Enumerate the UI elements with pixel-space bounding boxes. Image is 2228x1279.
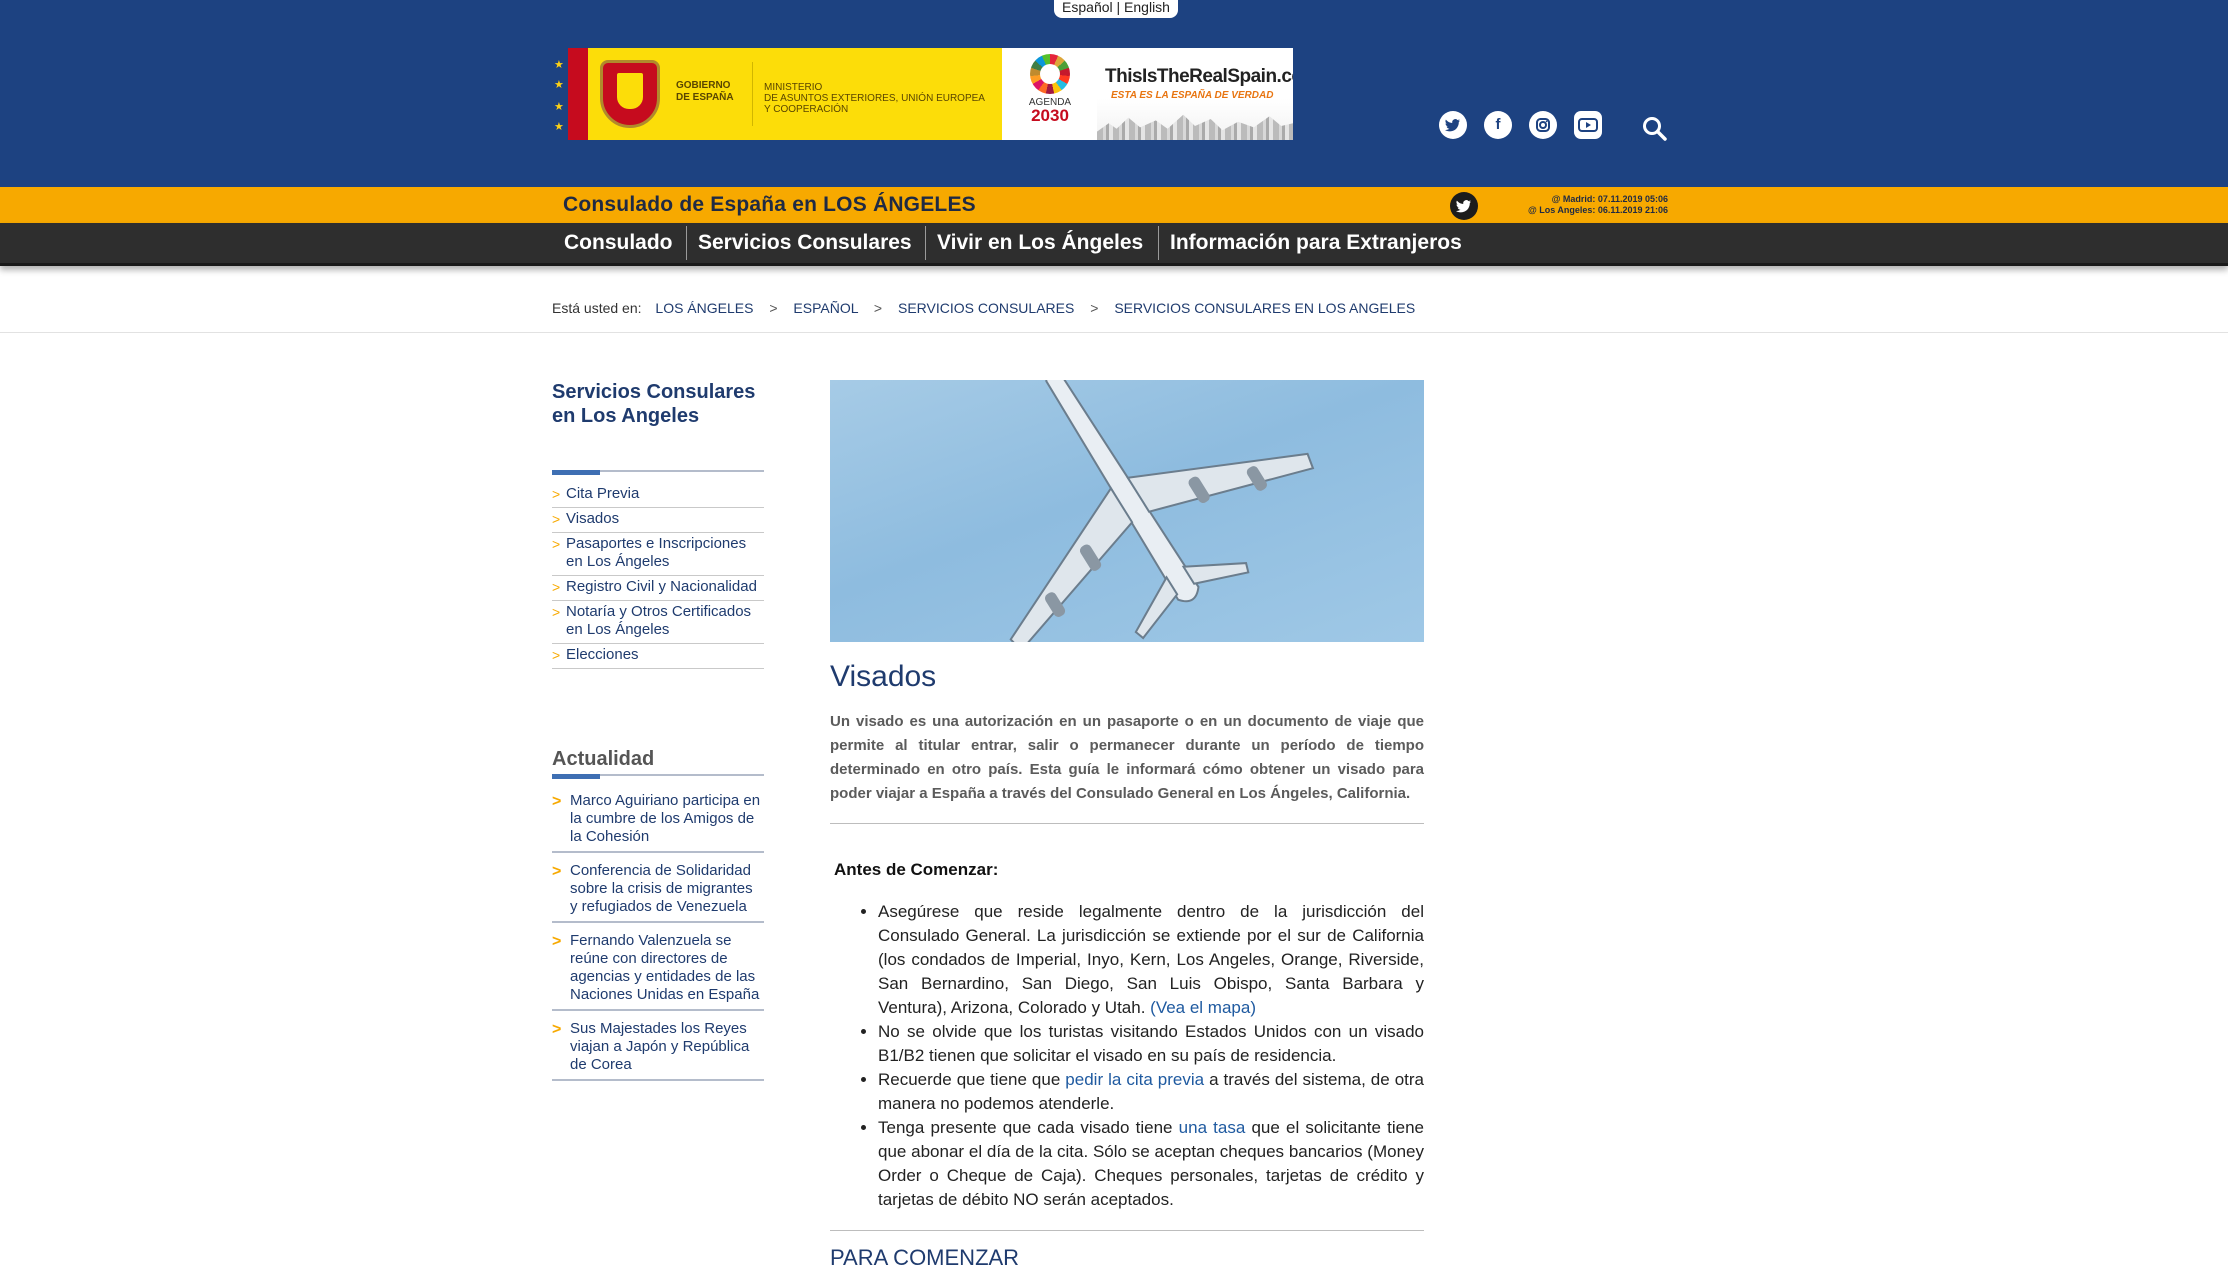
chevron-right-icon: >: [552, 486, 561, 502]
chevron-right-icon: >: [552, 933, 562, 950]
instagram-icon[interactable]: [1529, 111, 1557, 139]
chevron-right-icon: >: [552, 511, 561, 527]
list-item: Asegúrese que reside legalmente dentro d…: [878, 900, 1424, 1020]
coat-of-arms-icon: [600, 60, 660, 128]
breadcrumb-link-los-angeles[interactable]: LOS ÁNGELES: [655, 300, 753, 316]
chevron-right-icon: >: [552, 793, 562, 810]
news-divider: [552, 774, 764, 779]
de-espana-text: DE ESPAÑA: [676, 92, 734, 103]
clock-los-angeles: @ Los Angeles: 06.11.2019 21:06: [1527, 205, 1668, 215]
ministerio-text: MINISTERIO: [764, 82, 823, 93]
news-list: > Marco Aguiriano participa en la cumbre …: [552, 789, 764, 1087]
government-logo-banner[interactable]: ★ ★ ★ ★ GOBIERNO DE ESPAÑA MINISTERIO DE…: [552, 48, 1293, 140]
consulate-band: Consulado de España en LOS ÁNGELES @ Mad…: [0, 187, 2228, 223]
chevron-right-icon: >: [552, 536, 561, 552]
agenda-2030-logo[interactable]: AGENDA 2030: [1010, 54, 1090, 136]
list-item: No se olvide que los turistas visitando …: [878, 1020, 1424, 1068]
breadcrumb-link-espanol[interactable]: ESPAÑOL: [793, 300, 858, 316]
breadcrumb: Está usted en: LOS ÁNGELES > ESPAÑOL > S…: [552, 300, 1416, 316]
chevron-right-icon: >: [552, 1021, 562, 1038]
sidebar-item-cita-previa[interactable]: > Cita Previa: [552, 483, 764, 508]
lang-espanol-link[interactable]: Español: [1062, 0, 1113, 15]
airplane-hero-image: [830, 380, 1424, 642]
news-item[interactable]: > Fernando Valenzuela se reúne con direct…: [552, 929, 764, 1011]
breadcrumb-link-servicios-consulares[interactable]: SERVICIOS CONSULARES: [898, 300, 1074, 316]
news-item[interactable]: > Marco Aguiriano participa en la cumbre …: [552, 789, 764, 853]
page-title: Visados: [830, 660, 937, 693]
sidebar-menu: > Cita Previa > Visados > Pasaportes e Insc…: [552, 483, 764, 669]
sidebar-item-visados[interactable]: > Visados: [552, 508, 764, 533]
lang-separator: |: [1116, 0, 1121, 15]
ministry-name-text: DE ASUNTOS EXTERIORES, UNIÓN EUROPEA: [764, 93, 985, 104]
language-switcher: Español | English: [1054, 0, 1178, 18]
search-icon[interactable]: [1640, 114, 1668, 142]
airplane-icon: [1009, 380, 1315, 642]
breadcrumb-prefix: Está usted en:: [552, 300, 642, 316]
fee-link[interactable]: una tasa: [1179, 1118, 1246, 1137]
youtube-icon[interactable]: [1574, 111, 1602, 139]
news-item[interactable]: > Sus Majestades los Reyes viajan a Japón…: [552, 1017, 764, 1081]
sidebar-divider: [552, 470, 764, 475]
gobierno-text: GOBIERNO: [676, 80, 731, 91]
chevron-right-icon: >: [552, 579, 561, 595]
thisistherealspain-banner[interactable]: ThisIsTheRealSpain.com ESTA ES LA ESPAÑA…: [1097, 48, 1293, 140]
sidebar-item-registro-civil[interactable]: > Registro Civil y Nacionalidad: [552, 576, 764, 601]
divider: [830, 823, 1424, 824]
lang-english-link[interactable]: English: [1124, 0, 1170, 15]
twitter-icon[interactable]: [1439, 111, 1467, 139]
ministry-name-text-2: Y COOPERACIÓN: [764, 104, 849, 115]
sdg-wheel-icon: [1030, 54, 1070, 94]
intro-paragraph: Un visado es una autorización en un pasa…: [830, 713, 1424, 802]
section-heading-para-comenzar: PARA COMENZAR: [830, 1245, 1020, 1270]
site-header: Español | English ★ ★ ★ ★ GOBIERNO DE ES…: [0, 0, 2228, 187]
sidebar-heading[interactable]: Servicios Consulares en Los Angeles: [552, 380, 762, 428]
see-map-link[interactable]: (Vea el mapa): [1150, 998, 1256, 1017]
clock-madrid: @ Madrid: 07.11.2019 05:06: [1551, 194, 1668, 204]
sidebar-item-pasaportes[interactable]: > Pasaportes e Inscripciones en Los Ángel…: [552, 533, 764, 576]
list-item: Recuerde que tiene que pedir la cita pre…: [878, 1068, 1424, 1116]
list-item: Tenga presente que cada visado tiene una…: [878, 1116, 1424, 1212]
news-item[interactable]: > Conferencia de Solidaridad sobre la cri…: [552, 859, 764, 923]
nav-item-vivir-en-los-angeles[interactable]: Vivir en Los Ángeles: [925, 223, 1155, 263]
consulate-title[interactable]: Consulado de España en LOS ÁNGELES: [563, 193, 976, 217]
consulate-twitter-icon[interactable]: [1450, 192, 1478, 220]
before-heading: Antes de Comenzar:: [834, 860, 999, 879]
appointment-link[interactable]: pedir la cita previa: [1065, 1070, 1204, 1089]
facebook-icon[interactable]: f: [1484, 111, 1512, 139]
sidebar-item-notaria[interactable]: > Notaría y Otros Certificados en Los Áng…: [552, 601, 764, 644]
skyline-graphic: [1097, 114, 1293, 140]
real-spain-tagline: ESTA ES LA ESPAÑA DE VERDAD: [1111, 90, 1274, 101]
chevron-right-icon: >: [552, 604, 561, 620]
real-spain-title: ThisIsTheRealSpain.com: [1105, 66, 1293, 87]
requirements-list: Asegúrese que reside legalmente dentro d…: [830, 900, 1424, 1212]
chevron-right-icon: >: [552, 863, 562, 880]
clock-display: @ Madrid: 07.11.2019 05:06 @ Los Angeles…: [1528, 194, 1668, 216]
nav-item-informacion-extranjeros[interactable]: Información para Extranjeros: [1158, 223, 1474, 263]
news-heading[interactable]: Actualidad: [552, 748, 654, 771]
nav-item-consulado[interactable]: Consulado: [552, 223, 685, 263]
breadcrumb-current[interactable]: SERVICIOS CONSULARES EN LOS ANGELES: [1114, 300, 1415, 316]
nav-item-servicios-consulares[interactable]: Servicios Consulares: [686, 223, 924, 263]
main-nav: Consulado Servicios Consulares Vivir en …: [0, 223, 2228, 266]
eu-spain-flag-stripe: ★ ★ ★ ★: [552, 48, 588, 140]
sidebar-item-elecciones[interactable]: > Elecciones: [552, 644, 764, 669]
divider: [830, 1230, 1424, 1231]
chevron-right-icon: >: [552, 647, 561, 663]
